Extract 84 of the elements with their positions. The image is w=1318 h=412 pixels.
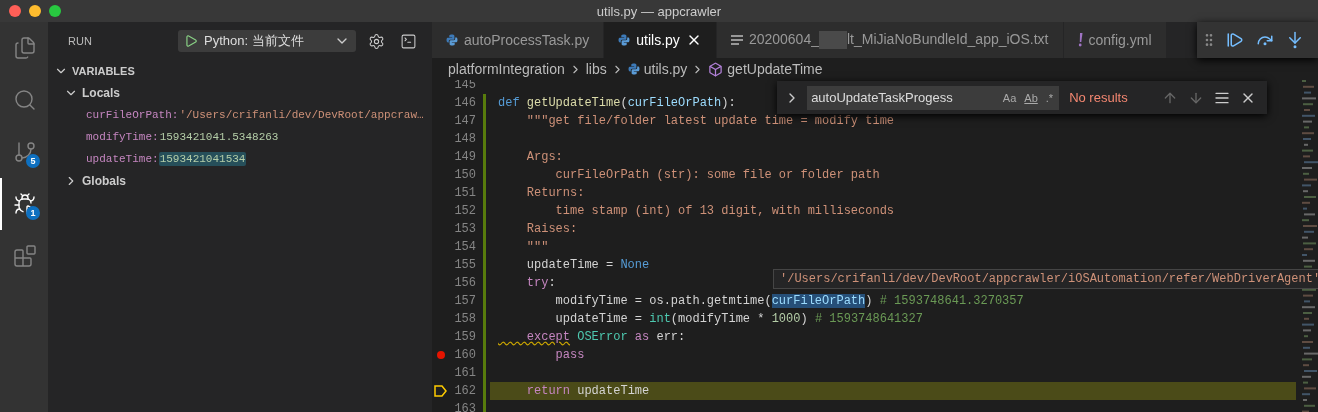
line-number: 151 [454,186,476,200]
variable-row[interactable]: curFileOrPath:'/Users/crifanli/dev/DevRoot/appcraw… [48,104,432,126]
count-badge: 5 [26,154,40,168]
breadcrumb-item[interactable]: getUpdateTime [727,61,823,77]
code-line: return updateTime [525,384,650,398]
window-title: utils.py — appcrawler [596,3,722,19]
section-header[interactable]: VARIABLES [48,60,432,82]
exclamation-icon [1077,33,1083,47]
zoom-window-button[interactable] [49,5,61,17]
line-number: 163 [454,402,476,412]
step-into-icon [1286,31,1304,49]
cube-icon [708,61,724,77]
line-number: 146 [454,96,476,110]
code-line: modifyTime = os.path.getmtime(curFileOrPath) # 1593748641.3270357 [554,294,1024,308]
terminal-icon [399,32,417,50]
code-line: def getUpdateTime(curFileOrPath): [498,96,736,110]
line-number: 150 [454,168,476,182]
count-badge: 1 [26,206,40,220]
line-number: 155 [454,258,476,272]
launch-config-dropdown[interactable]: Python: 当前文件 [178,30,356,52]
branch-icon [13,140,37,164]
blocks-icon [13,244,37,268]
editor-tab[interactable]: autoProcessTask.py [432,22,605,58]
search-icon [13,88,37,112]
line-number: 152 [454,204,476,218]
tab-label: config.yml [1088,32,1152,48]
find-input[interactable]: autoUpdateTaskProgess Aa Ab .* [807,85,1060,110]
editor-tab[interactable]: utils.py [604,22,717,58]
code-line: updateTime = None [525,258,650,272]
line-number: 161 [454,366,476,380]
continue-icon [1226,31,1244,49]
breadcrumb-item[interactable]: utils.py [643,61,688,77]
variable-row[interactable]: updateTime:1593421041534 [48,148,432,170]
breadcrumb-item[interactable]: platformIntegration [448,61,565,77]
settings-icon [367,32,385,50]
python-file-icon [446,34,458,46]
files-icon [13,36,37,60]
code-line: """get file/folder latest update time = modify time [525,114,895,128]
line-number: 157 [454,294,476,308]
python-file-icon [618,34,631,46]
bug-play-icon [13,192,37,216]
line-number: 149 [454,150,476,164]
code-line: except OSError as err: [525,330,686,344]
tree-item[interactable]: Globals [48,170,432,192]
tab-label: 20200604_ lt_MiJiaNoBundleId_app_iOS.txt [748,30,1049,50]
variable-row[interactable]: modifyTime:1593421041.5348263 [48,126,432,148]
minimize-window-button[interactable] [29,5,41,17]
code-line: curFileOrPath (str): some file or folder path [554,168,880,182]
find-option-toggle[interactable]: Aa [1000,91,1019,104]
line-number: 148 [454,132,476,146]
tree-item[interactable]: Locals [48,82,432,104]
hover-tooltip: '/Users/crifanli/dev/DevRoot/appcrawler/iOSAutomation/refer/WebDriverAgent' [773,269,1318,289]
editor-tab[interactable]: 20200604_ lt_MiJiaNoBundleId_app_iOS.txt [716,22,1064,58]
line-number: 145 [454,80,476,92]
lines-icon [730,35,743,45]
tab-label: utils.py [636,32,680,48]
close-window-button[interactable] [9,5,21,17]
code-line: time stamp (int) of 13 digit, with milliseconds [554,204,895,218]
breadcrumb-item[interactable]: libs [585,61,607,77]
line-number: 156 [454,276,476,290]
play-icon [184,34,198,48]
panel-title: RUN [68,35,93,47]
find-option-toggle[interactable]: Ab [1022,91,1040,104]
code-line: updateTime = int(modifyTime * 1000) # 1593748641327 [554,312,923,326]
python-file-icon [627,63,640,75]
find-result-text: No results [1069,90,1129,105]
line-number: 159 [454,330,476,344]
code-line: pass [554,348,585,362]
code-line: Returns: [525,186,585,200]
line-number: 154 [454,240,476,254]
line-number: 160 [454,348,476,362]
code-line: Raises: [525,222,578,236]
line-number: 158 [454,312,476,326]
tab-label: autoProcessTask.py [464,32,590,48]
code-line: Args: [525,150,563,164]
code-line: try: [525,276,556,290]
code-line: """ [525,240,549,254]
activity-bar-button[interactable]: 5 [0,126,48,178]
find-option-toggle[interactable]: .* [1043,91,1056,104]
breakpoint-dot[interactable] [437,351,445,359]
editor-tab[interactable]: config.yml [1063,22,1167,58]
line-number: 162 [454,384,476,398]
line-number: 153 [454,222,476,236]
line-number: 147 [454,114,476,128]
